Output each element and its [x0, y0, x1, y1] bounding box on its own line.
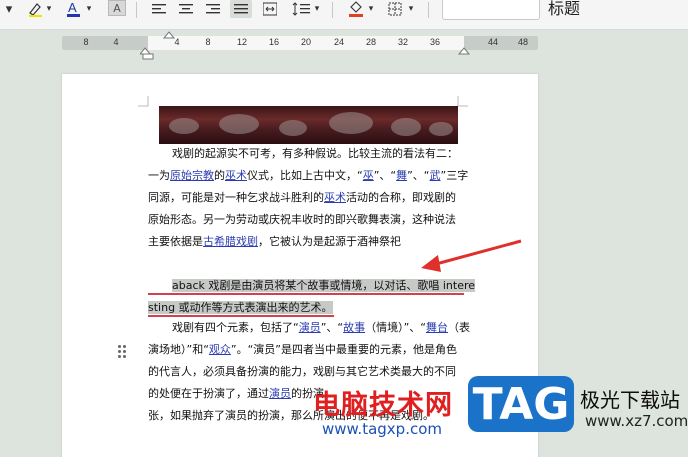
text-run: 同源，可能是对一种乞求战斗胜利的	[148, 191, 324, 204]
style-preview-box[interactable]	[442, 0, 540, 20]
text-run: 主要依据是	[148, 235, 203, 248]
text-run: 戏剧有四个元素，包括了“	[172, 321, 299, 334]
paragraph-line[interactable]: 戏剧有四个元素，包括了“演员”、“故事（情境）”、“舞台（表	[172, 317, 470, 339]
paragraph-line[interactable]: 原始形态。另一为劳动或庆祝丰收时的即兴歌舞表演，这种说法	[148, 209, 456, 231]
link-term[interactable]: 武	[430, 169, 441, 182]
font-color-dropdown-icon[interactable]: ▾	[84, 0, 94, 18]
link-term[interactable]: 观众	[209, 343, 231, 356]
text-run: ，它被认为是起源于酒神祭祀	[258, 235, 401, 248]
tag-logo: TAG	[468, 376, 574, 432]
tag-logo-text: TAG	[472, 378, 570, 430]
watermark-url: www.tagxp.com	[322, 420, 442, 438]
font-color-icon[interactable]: A	[64, 0, 82, 18]
link-term[interactable]: 舞台	[426, 321, 448, 334]
align-right-icon[interactable]	[204, 0, 222, 18]
align-left-icon[interactable]	[150, 0, 168, 18]
link-term[interactable]: 原始宗教	[170, 169, 214, 182]
distributed-icon[interactable]	[261, 0, 279, 18]
paragraph-line[interactable]: 戏剧的起源实不可考，有多种假说。比较主流的看法有二：	[172, 143, 458, 165]
text-run: ”三字	[440, 169, 469, 182]
toolbar-divider	[428, 2, 429, 18]
text-run: 的	[214, 169, 225, 182]
text-run: ”、“	[320, 321, 344, 334]
paragraph-line[interactable]: 主要依据是古希腊戏剧，它被认为是起源于酒神祭祀	[148, 231, 401, 253]
red-underline	[148, 293, 464, 295]
paragraph-line[interactable]: 一为原始宗教的巫术仪式，比如上古中文，“巫”、“舞”、“武”三字	[148, 165, 468, 187]
highlighter-icon[interactable]	[26, 0, 44, 18]
char-shading-label: A	[113, 1, 121, 15]
link-term[interactable]: 巫术	[324, 191, 346, 204]
text-run: （情境）”、“	[365, 321, 427, 334]
ruler-number: 8	[83, 37, 89, 47]
line-spacing-dropdown-icon[interactable]: ▾	[312, 0, 322, 18]
site-name: 极光下载站	[580, 388, 680, 412]
text-run: 演场地）”和“	[148, 343, 209, 356]
paragraph-drag-handle-icon[interactable]	[118, 345, 126, 359]
border-icon[interactable]	[386, 0, 404, 18]
indent-markers[interactable]	[140, 30, 480, 64]
char-shading-button[interactable]: A	[108, 0, 126, 16]
link-term[interactable]: 古希腊	[203, 235, 236, 248]
header-image[interactable]	[159, 106, 458, 144]
text-run: ”、“	[407, 169, 430, 182]
link-term[interactable]: 巫术	[225, 169, 247, 182]
text-run: 仪式，比如上古中文，“	[247, 169, 363, 182]
dropdown-arrow-icon[interactable]: ▾	[4, 0, 14, 18]
paint-bucket-icon[interactable]	[346, 0, 366, 18]
paragraph-line[interactable]: 同源，可能是对一种乞求战斗胜利的巫术活动的合称，即戏剧的	[148, 187, 456, 209]
link-term[interactable]: 演员	[299, 321, 321, 334]
border-dropdown-icon[interactable]: ▾	[406, 0, 416, 18]
highlighted-text: sting 或动作等方式表演出来的艺术。	[148, 301, 333, 314]
link-term[interactable]: 巫	[363, 169, 374, 182]
watermark-title: 电脑技术网	[313, 390, 453, 421]
ribbon-toolbar: ▾ ▾ A ▾ A ▾ ▾ ▾ 标题	[0, 0, 688, 30]
toolbar-divider	[332, 2, 333, 18]
link-term[interactable]: 舞	[396, 169, 407, 182]
ruler-number: 48	[517, 37, 528, 47]
highlighted-text: aback 戏剧是由演员将某个故事或情境，以对话、歌唱 intere	[172, 279, 476, 292]
ruler-number: 44	[487, 37, 498, 47]
link-term[interactable]: 演员	[269, 387, 291, 400]
site-url: www.xz7.com	[585, 412, 688, 430]
paragraph-line[interactable]: 的处便在于扮演了，通过演员的扮演	[148, 383, 324, 405]
align-justify-icon[interactable]	[230, 0, 252, 18]
text-run: 活动的合称，即戏剧的	[346, 191, 456, 204]
paragraph-line[interactable]: 的代言人，必须具备扮演的能力，戏剧与其它艺术类最大的不同	[148, 361, 456, 383]
text-run: （表	[448, 321, 471, 334]
paragraph-line[interactable]: 演场地）”和“观众”。“演员”是四者当中最重要的元素，他是角色	[148, 339, 457, 361]
link-term[interactable]: 戏剧	[236, 235, 258, 248]
svg-text:A: A	[68, 0, 77, 15]
text-run: 一为	[148, 169, 170, 182]
highlight-dropdown-icon[interactable]: ▾	[44, 0, 54, 18]
text-run: ”、“	[373, 169, 397, 182]
text-run: 的处便在于扮演了，通过	[148, 387, 269, 400]
line-spacing-icon[interactable]	[290, 0, 312, 18]
link-term[interactable]: 故事	[343, 321, 365, 334]
align-center-icon[interactable]	[177, 0, 195, 18]
style-heading-label[interactable]: 标题	[548, 0, 580, 19]
text-run: ”。“演员”是四者当中最重要的元素，他是角色	[230, 343, 458, 356]
toolbar-divider	[136, 2, 137, 18]
shading-dropdown-icon[interactable]: ▾	[366, 0, 376, 18]
ruler-number: 4	[113, 37, 119, 47]
